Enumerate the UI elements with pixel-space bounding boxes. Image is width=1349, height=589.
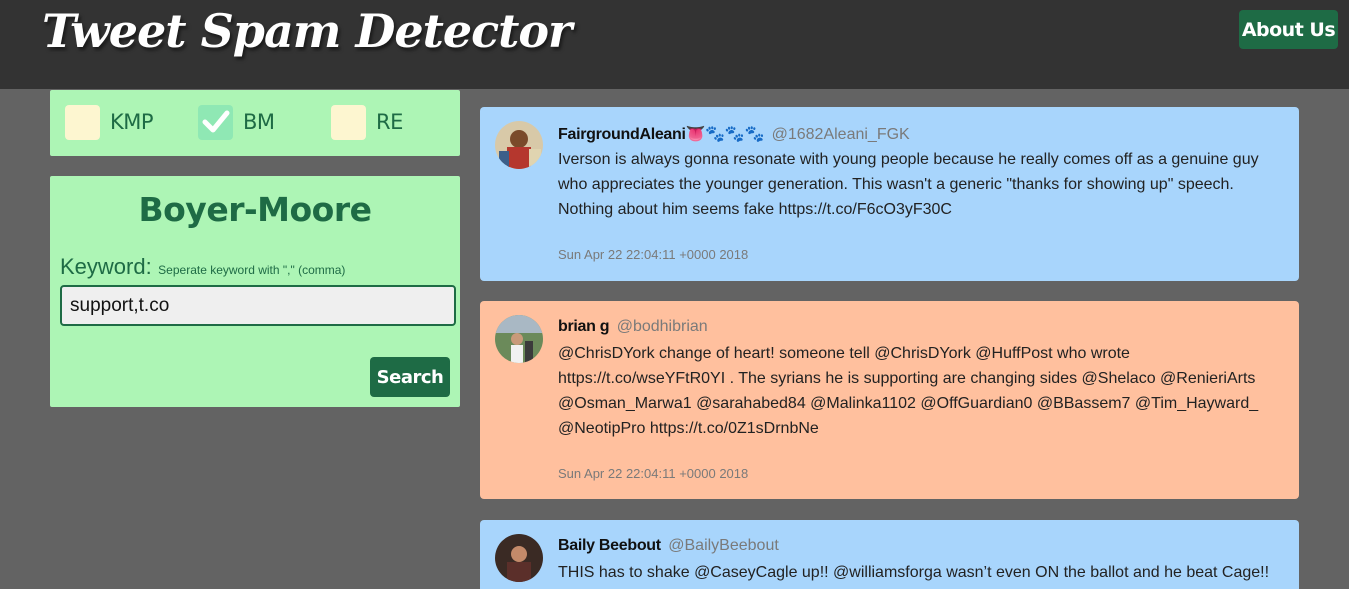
avatar bbox=[495, 315, 543, 363]
tweet-card: FairgroundAleani👅🐾🐾🐾 @1682Aleani_FGK Ive… bbox=[480, 107, 1299, 281]
tweet-card: Baily Beebout @BailyBeebout THIS has to … bbox=[480, 520, 1299, 589]
about-us-button[interactable]: About Us bbox=[1239, 10, 1338, 49]
tweet-author-handle[interactable]: @BailyBeebout bbox=[668, 537, 779, 554]
tweet-author-name[interactable]: brian g bbox=[558, 318, 610, 335]
algo-option-kmp[interactable]: KMP bbox=[65, 104, 154, 140]
re-label: RE bbox=[376, 110, 403, 134]
tweet-text: @ChrisDYork change of heart! someone tel… bbox=[558, 345, 1259, 437]
tweet-text: THIS has to shake @CaseyCagle up!! @will… bbox=[558, 564, 1270, 581]
algorithm-selector: KMP BM RE bbox=[50, 90, 460, 156]
tweet-date: Sun Apr 22 22:04:11 +0000 2018 bbox=[558, 247, 749, 262]
tweet-author-name[interactable]: FairgroundAleani👅🐾🐾🐾 bbox=[558, 126, 764, 143]
tweet-date: Sun Apr 22 22:04:11 +0000 2018 bbox=[558, 466, 749, 481]
brand-logo-text[interactable]: Tweet Spam Detector bbox=[42, 4, 572, 58]
tweet-header: Baily Beebout @BailyBeebout bbox=[558, 537, 779, 555]
search-button[interactable]: Search bbox=[370, 357, 450, 397]
avatar bbox=[495, 121, 543, 169]
top-navbar: Tweet Spam Detector About Us bbox=[0, 0, 1349, 89]
algorithm-title: Boyer-Moore bbox=[138, 190, 372, 229]
algo-option-re[interactable]: RE bbox=[331, 104, 403, 140]
search-panel: Boyer-Moore Keyword: Seperate keyword wi… bbox=[50, 176, 460, 407]
algo-option-bm[interactable]: BM bbox=[198, 104, 275, 140]
keyword-label-row: Keyword: Seperate keyword with "," (comm… bbox=[60, 254, 345, 280]
tweet-author-handle[interactable]: @bodhibrian bbox=[617, 318, 708, 335]
tweet-author-handle[interactable]: @1682Aleani_FGK bbox=[772, 126, 910, 143]
kmp-label: KMP bbox=[110, 110, 154, 134]
keyword-input[interactable]: support,t.co bbox=[60, 285, 456, 326]
kmp-checkbox[interactable] bbox=[65, 104, 100, 140]
tweet-card: brian g @bodhibrian @ChrisDYork change o… bbox=[480, 301, 1299, 499]
tweet-header: FairgroundAleani👅🐾🐾🐾 @1682Aleani_FGK bbox=[558, 124, 910, 144]
avatar bbox=[495, 534, 543, 582]
checkmark-icon bbox=[202, 110, 229, 133]
bm-checkbox[interactable] bbox=[198, 104, 233, 140]
keyword-hint: Seperate keyword with "," (comma) bbox=[158, 263, 346, 277]
re-checkbox[interactable] bbox=[331, 104, 366, 140]
tweet-author-name[interactable]: Baily Beebout bbox=[558, 537, 661, 554]
tweet-header: brian g @bodhibrian bbox=[558, 318, 708, 336]
keyword-label: Keyword: bbox=[60, 254, 152, 279]
bm-label: BM bbox=[243, 110, 275, 134]
tweet-text: Iverson is always gonna resonate with yo… bbox=[558, 151, 1259, 218]
